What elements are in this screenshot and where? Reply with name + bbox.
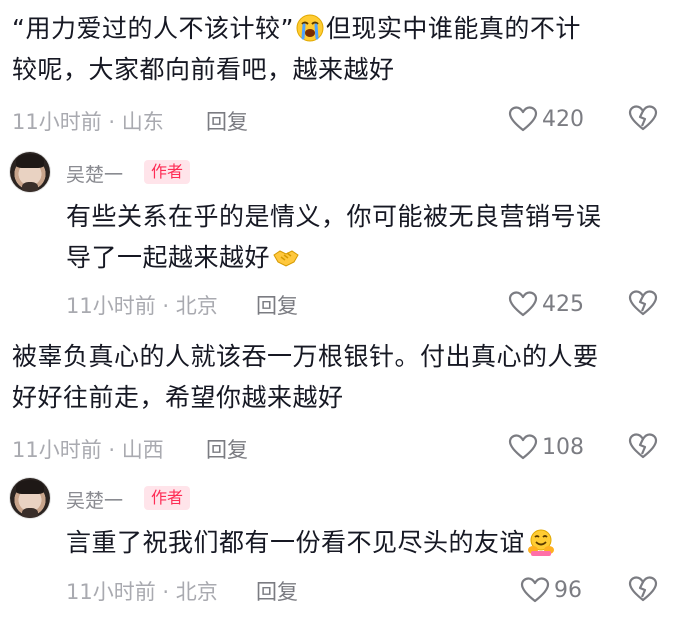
like-button[interactable]: 96 (520, 575, 582, 605)
reply-button[interactable]: 回复 (256, 290, 298, 320)
comment-text: 被辜负真心的人就该吞一万根银针。付出真心的人要 好好往前走，希望你越来越好 (12, 336, 682, 418)
author-badge: 作者 (144, 486, 191, 510)
author-name[interactable]: 吴楚一 (66, 160, 123, 187)
crying-face-icon (296, 14, 324, 42)
avatar[interactable] (10, 152, 50, 192)
comment-text: 言重了祝我们都有一份看不见尽头的友谊 (66, 522, 682, 563)
comment-text-line1: 言重了祝我们都有一份看不见尽头的友谊 (66, 528, 526, 557)
broken-heart-icon[interactable] (628, 575, 658, 603)
comment-meta: 11小时前 · 北京 (66, 580, 218, 604)
like-count: 108 (542, 434, 584, 460)
heart-icon (520, 577, 550, 603)
comment-text-line1a: “用力爱过的人不该计较” (12, 14, 294, 43)
comment-text-line1: 有些关系在乎的是情义，你可能被无良营销号误 (66, 202, 602, 231)
comment-text: “用力爱过的人不该计较” 但现实中谁能真的不计 较呢，大家都向前看吧，越来越好 (12, 8, 682, 90)
comment-text-line2: 好好往前走，希望你越来越好 (12, 383, 344, 412)
like-button[interactable]: 425 (508, 289, 584, 319)
broken-heart-icon[interactable] (628, 432, 658, 460)
author-name[interactable]: 吴楚一 (66, 486, 123, 513)
like-count: 425 (542, 291, 584, 317)
heart-icon (508, 291, 538, 317)
comment-meta: 11小时前 · 山东 (12, 110, 164, 134)
heart-icon (508, 106, 538, 132)
comment-meta: 11小时前 · 北京 (66, 294, 218, 318)
reply-button[interactable]: 回复 (206, 106, 248, 136)
heart-icon (508, 434, 538, 460)
comment-text-line2: 较呢，大家都向前看吧，越来越好 (12, 55, 395, 84)
like-count: 96 (554, 577, 582, 603)
like-button[interactable]: 420 (508, 104, 584, 134)
comment-meta: 11小时前 · 山西 (12, 438, 164, 462)
like-button[interactable]: 108 (508, 432, 584, 462)
broken-heart-icon[interactable] (628, 289, 658, 317)
comment-text-line1: 被辜负真心的人就该吞一万根银针。付出真心的人要 (12, 342, 599, 371)
broken-heart-icon[interactable] (628, 104, 658, 132)
reply-button[interactable]: 回复 (256, 576, 298, 606)
hugging-face-icon (528, 529, 555, 556)
like-count: 420 (542, 106, 584, 132)
reply-button[interactable]: 回复 (206, 434, 248, 464)
comment-text-line1b: 但现实中谁能真的不计 (325, 14, 581, 43)
handshake-icon (273, 250, 299, 267)
avatar[interactable] (10, 478, 50, 518)
author-badge: 作者 (144, 160, 191, 184)
comment-text-line2: 导了一起越来越好 (66, 243, 271, 272)
comment-text: 有些关系在乎的是情义，你可能被无良营销号误 导了一起越来越好 (66, 196, 682, 278)
